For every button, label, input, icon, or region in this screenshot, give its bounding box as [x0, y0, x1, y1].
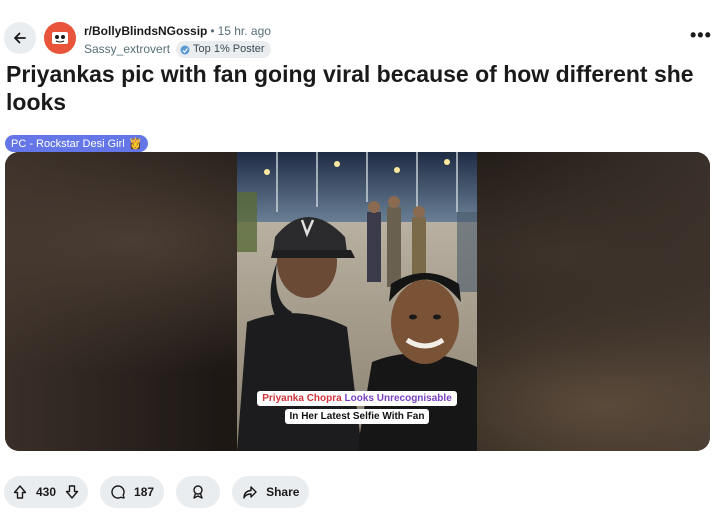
subreddit-link[interactable]: r/BollyBlindsNGossip: [84, 24, 207, 38]
subreddit-logo-icon: [44, 22, 76, 54]
award-button[interactable]: [176, 476, 221, 508]
caption-looks: Looks: [344, 393, 374, 404]
post-time: 15 hr. ago: [217, 24, 271, 38]
author-badge-label: Top 1% Poster: [193, 43, 265, 55]
share-icon: [242, 484, 258, 500]
vote-count: 430: [36, 485, 57, 499]
post-meta: r/BollyBlindsNGossip • 15 hr. ago Sassy_ex…: [84, 24, 271, 58]
author-link[interactable]: Sassy_extrovert: [84, 42, 170, 57]
caption-line-1: Priyanka Chopra Looks Unrecognisable: [257, 391, 457, 406]
post-title[interactable]: Priyankas pic with fan going viral becau…: [6, 60, 706, 116]
author-badge: Top 1% Poster: [176, 41, 271, 58]
more-options-button[interactable]: •••: [690, 26, 712, 44]
caption-name: Priyanka Chopra: [262, 393, 342, 404]
caption-line-2: In Her Latest Selfie With Fan: [284, 409, 430, 424]
comments-button[interactable]: 187: [100, 476, 165, 508]
arrow-left-icon: [12, 30, 28, 46]
top-poster-icon: [180, 45, 190, 55]
upvote-icon[interactable]: [12, 484, 28, 500]
post-media[interactable]: Priyanka Chopra Looks Unrecognisable In …: [5, 152, 710, 451]
post-flair[interactable]: PC - Rockstar Desi Girl 👸: [5, 135, 149, 152]
post-image[interactable]: Priyanka Chopra Looks Unrecognisable In …: [237, 152, 477, 451]
subreddit-avatar[interactable]: [44, 22, 76, 54]
caption-unrecognisable: Unrecognisable: [376, 393, 452, 404]
flair-label: PC - Rockstar Desi Girl: [11, 137, 125, 150]
award-icon: [190, 484, 206, 500]
share-label: Share: [266, 485, 300, 499]
downvote-icon[interactable]: [64, 484, 80, 500]
meta-separator: •: [210, 24, 215, 38]
vote-control: 430: [4, 476, 89, 508]
flair-emoji: 👸: [128, 138, 143, 150]
back-button[interactable]: [4, 22, 36, 54]
share-button[interactable]: Share: [232, 476, 310, 508]
comment-count: 187: [134, 485, 155, 499]
post-actions: 430 187 Share: [4, 476, 310, 508]
comment-icon: [110, 484, 126, 500]
image-caption: Priyanka Chopra Looks Unrecognisable In …: [247, 388, 467, 424]
